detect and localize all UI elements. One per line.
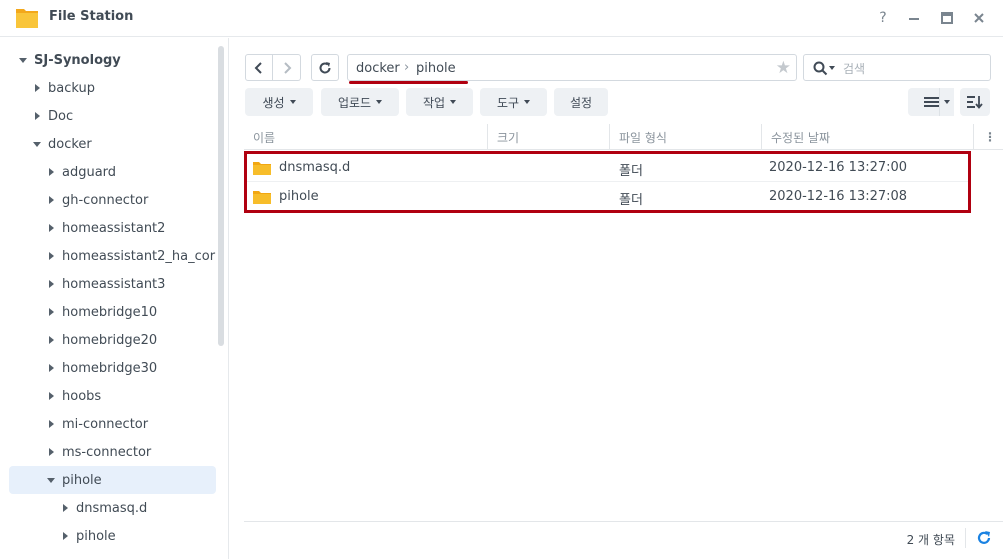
view-mode-button[interactable] [908, 88, 954, 116]
file-station-icon [16, 9, 38, 28]
column-name[interactable]: 이름 [244, 124, 488, 150]
settings-button[interactable]: 설정 [554, 88, 608, 116]
tree-item-homeassistant2-ha[interactable]: homeassistant2_ha_cor [46, 242, 218, 270]
list-view-icon [923, 97, 939, 107]
item-count: 2 개 항목 [906, 533, 955, 547]
sort-button[interactable] [960, 88, 990, 116]
tree-item-homebridge20[interactable]: homebridge20 [46, 326, 218, 354]
file-name: pihole [279, 189, 319, 204]
tree-item-docker[interactable]: docker [32, 130, 218, 158]
file-row[interactable]: dnsmasq.d 폴더 2020-12-16 13:27:00 [244, 153, 969, 182]
tree-item-hoobs[interactable]: hoobs [46, 382, 218, 410]
title-bar: File Station ? [0, 0, 1003, 37]
chevron-right-icon[interactable] [46, 335, 56, 345]
path-highlight-underline [349, 81, 468, 84]
tree-item-backup[interactable]: backup [32, 74, 218, 102]
column-modified[interactable]: 수정된 날짜 [762, 124, 974, 150]
tree-item-mi-connector[interactable]: mi-connector [46, 410, 218, 438]
status-bar: 2 개 항목 [244, 521, 1003, 553]
tree-root[interactable]: SJ-Synology [18, 46, 218, 74]
file-modified: 2020-12-16 13:27:00 [769, 160, 908, 175]
star-icon[interactable]: ★ [776, 58, 791, 78]
dropdown-caret-icon [289, 100, 296, 104]
tree-item-doc[interactable]: Doc [32, 102, 218, 130]
file-row[interactable]: pihole 폴더 2020-12-16 13:27:08 [244, 182, 969, 211]
chevron-right-icon[interactable] [46, 363, 56, 373]
tree-item-adguard[interactable]: adguard [46, 158, 218, 186]
chevron-right-icon[interactable] [46, 195, 56, 205]
folder-icon [253, 191, 271, 204]
breadcrumb-separator: › [404, 60, 410, 75]
chevron-right-icon[interactable] [60, 531, 70, 541]
dropdown-caret-icon [450, 100, 457, 104]
path-bar[interactable]: docker › pihole ★ [347, 54, 797, 81]
view-mode-dropdown[interactable] [939, 88, 954, 116]
window-title: File Station [49, 9, 134, 24]
maximize-icon[interactable] [937, 8, 957, 28]
forward-button[interactable] [273, 54, 301, 81]
column-size[interactable]: 크기 [488, 124, 610, 150]
chevron-left-icon [254, 61, 262, 74]
chevron-right-icon[interactable] [32, 111, 42, 121]
refresh-button[interactable] [311, 54, 339, 81]
tree-item-homeassistant2[interactable]: homeassistant2 [46, 214, 218, 242]
tools-button[interactable]: 도구 [480, 88, 547, 116]
sidebar-scrollbar[interactable] [218, 46, 224, 346]
chevron-down-icon[interactable] [46, 475, 56, 485]
main-panel: docker › pihole ★ 검색 생성 업로드 작업 도구 설정 이름 … [230, 38, 1003, 559]
chevron-right-icon[interactable] [46, 391, 56, 401]
dropdown-caret-icon [524, 100, 531, 104]
chevron-right-icon[interactable] [46, 251, 56, 261]
create-button[interactable]: 생성 [245, 88, 313, 116]
file-type: 폴더 [619, 193, 643, 208]
chevron-right-icon[interactable] [46, 167, 56, 177]
search-dropdown-icon[interactable] [829, 66, 835, 70]
action-button[interactable]: 작업 [406, 88, 473, 116]
folder-icon [253, 162, 271, 175]
file-type: 폴더 [619, 164, 643, 179]
close-icon[interactable] [969, 8, 989, 28]
chevron-right-icon[interactable] [46, 419, 56, 429]
help-icon[interactable]: ? [873, 8, 893, 28]
tree-item-pihole[interactable]: pihole [9, 466, 216, 494]
search-field[interactable]: 검색 [803, 54, 991, 81]
file-modified: 2020-12-16 13:27:08 [769, 189, 908, 204]
sidebar-tree: SJ-Synology backup Doc docker adguard gh… [0, 38, 229, 559]
chevron-right-icon[interactable] [32, 83, 42, 93]
tree-item-dnsmasq[interactable]: dnsmasq.d [60, 494, 218, 522]
chevron-right-icon[interactable] [46, 307, 56, 317]
tree-item-ms-connector[interactable]: ms-connector [46, 438, 218, 466]
chevron-right-icon[interactable] [46, 223, 56, 233]
column-header-row: 이름 크기 파일 형식 수정된 날짜 ⋮ [244, 124, 1003, 150]
search-icon [813, 61, 828, 76]
dropdown-caret-icon [376, 100, 383, 104]
chevron-right-icon [283, 61, 291, 74]
sort-icon [967, 96, 983, 109]
tree-item-gh-connector[interactable]: gh-connector [46, 186, 218, 214]
breadcrumb-docker[interactable]: docker [356, 61, 400, 76]
breadcrumb-pihole[interactable]: pihole [416, 61, 456, 76]
search-placeholder: 검색 [843, 62, 866, 76]
column-options-icon[interactable]: ⋮ [974, 124, 1003, 150]
chevron-right-icon[interactable] [46, 447, 56, 457]
chevron-right-icon[interactable] [46, 279, 56, 289]
tree-item-pihole-sub[interactable]: pihole [60, 522, 218, 550]
refresh-icon [319, 61, 331, 74]
file-name: dnsmasq.d [279, 160, 351, 175]
chevron-down-icon[interactable] [32, 139, 42, 149]
back-button[interactable] [245, 54, 273, 81]
chevron-right-icon[interactable] [60, 503, 70, 513]
chevron-down-icon[interactable] [18, 55, 28, 65]
tree-item-homebridge30[interactable]: homebridge30 [46, 354, 218, 382]
status-divider [965, 528, 966, 548]
tree-item-homeassistant3[interactable]: homeassistant3 [46, 270, 218, 298]
upload-button[interactable]: 업로드 [321, 88, 399, 116]
tree-item-homebridge10[interactable]: homebridge10 [46, 298, 218, 326]
minimize-icon[interactable] [904, 8, 924, 28]
refresh-icon[interactable] [975, 529, 993, 547]
column-type[interactable]: 파일 형식 [610, 124, 762, 150]
